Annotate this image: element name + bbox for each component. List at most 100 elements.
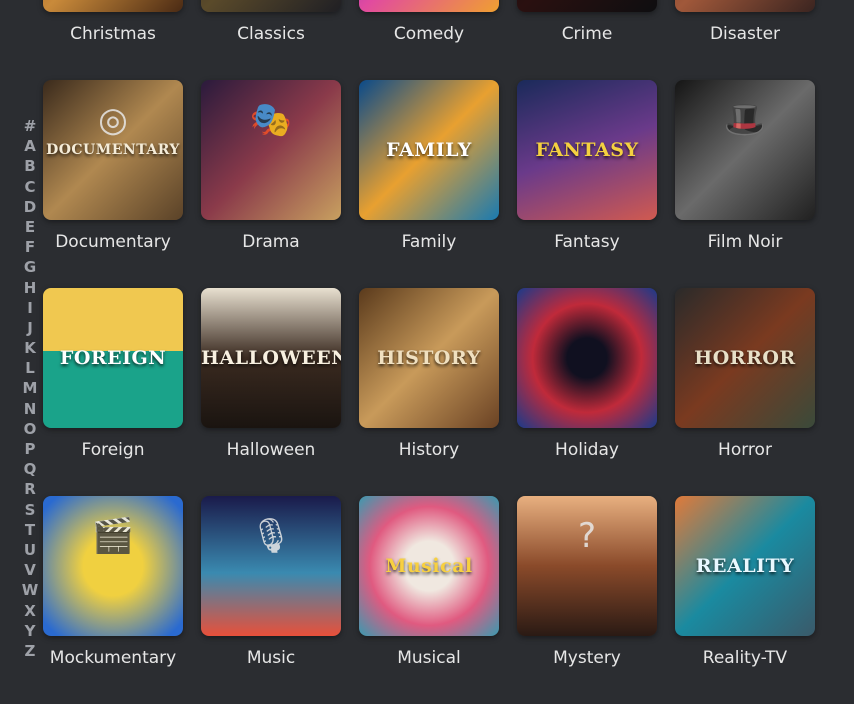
genre-tile-music[interactable]: 🎙 Music <box>201 496 341 704</box>
alphabet-letter-b[interactable]: B <box>24 156 35 176</box>
genre-thumbnail[interactable] <box>517 0 657 12</box>
genre-thumbnail[interactable]: ◎ DOCUMENTARY <box>43 80 183 220</box>
genre-thumbnail[interactable]: 🎙 <box>201 496 341 636</box>
genre-tile-horror[interactable]: HORROR Horror <box>675 288 815 496</box>
alphabet-letter-k[interactable]: K <box>24 338 36 358</box>
genre-label[interactable]: Family <box>359 230 499 254</box>
genre-thumbnail[interactable]: 🎩 <box>675 80 815 220</box>
genre-tile-film-noir[interactable]: 🎩 Film Noir <box>675 80 815 288</box>
alphabet-letter-v[interactable]: V <box>24 560 36 580</box>
genre-thumbnail[interactable]: 🎭 <box>201 80 341 220</box>
alphabet-letter-e[interactable]: E <box>25 217 35 237</box>
genre-tile-fantasy[interactable]: FANTASY Fantasy <box>517 80 657 288</box>
mockumentary-artwork-icon: 🎬 <box>91 516 135 556</box>
genre-tile-halloween[interactable]: HALLOWEEN Halloween <box>201 288 341 496</box>
alphabet-letter-y[interactable]: Y <box>25 621 36 641</box>
genre-thumbnail[interactable]: FAMILY <box>359 80 499 220</box>
alphabet-letter-c[interactable]: C <box>24 177 35 197</box>
genre-thumbnail[interactable] <box>43 0 183 12</box>
alphabet-letter-hash[interactable]: # <box>24 116 37 136</box>
genre-tile-history[interactable]: HISTORY History <box>359 288 499 496</box>
genre-thumbnail[interactable]: HISTORY <box>359 288 499 428</box>
genre-artwork-title: Musical <box>385 555 473 577</box>
alphabet-letter-d[interactable]: D <box>24 197 36 217</box>
alphabet-letter-i[interactable]: I <box>27 298 33 318</box>
genre-thumbnail[interactable]: REALITY <box>675 496 815 636</box>
genre-thumbnail[interactable]: HALLOWEEN <box>201 288 341 428</box>
alphabet-letter-a[interactable]: A <box>24 136 36 156</box>
genre-label[interactable]: Horror <box>675 438 815 462</box>
genre-thumbnail[interactable]: ? <box>517 496 657 636</box>
genre-label[interactable]: Disaster <box>675 22 815 46</box>
alphabet-letter-j[interactable]: J <box>27 318 33 338</box>
genre-tile-crime[interactable]: Crime <box>517 0 657 80</box>
genre-artwork-title: HALLOWEEN <box>201 347 341 369</box>
genre-grid: Christmas Classics Comedy Crime Disaster ◎ DOC… <box>43 0 815 704</box>
genre-tile-mockumentary[interactable]: 🎬 Mockumentary <box>43 496 183 704</box>
genre-label[interactable]: Music <box>201 646 341 670</box>
genre-tile-mystery[interactable]: ? Mystery <box>517 496 657 704</box>
genre-label[interactable]: Halloween <box>201 438 341 462</box>
genre-tile-documentary[interactable]: ◎ DOCUMENTARY Documentary <box>43 80 183 288</box>
genre-tile-classics[interactable]: Classics <box>201 0 341 80</box>
genre-tile-foreign[interactable]: FOREIGN Foreign <box>43 288 183 496</box>
genre-label[interactable]: Musical <box>359 646 499 670</box>
genre-label[interactable]: Mystery <box>517 646 657 670</box>
alphabet-letter-x[interactable]: X <box>24 601 36 621</box>
alphabet-letter-m[interactable]: M <box>23 378 38 398</box>
genre-label[interactable]: History <box>359 438 499 462</box>
alphabet-letter-u[interactable]: U <box>24 540 36 560</box>
genre-thumbnail[interactable] <box>675 0 815 12</box>
genre-thumbnail[interactable] <box>517 288 657 428</box>
alphabet-letter-t[interactable]: T <box>25 520 35 540</box>
genre-label[interactable]: Crime <box>517 22 657 46</box>
alphabet-letter-g[interactable]: G <box>24 257 36 277</box>
genre-tile-disaster[interactable]: Disaster <box>675 0 815 80</box>
alphabet-letter-s[interactable]: S <box>25 500 36 520</box>
alphabet-letter-o[interactable]: O <box>24 419 37 439</box>
documentary-artwork-icon: ◎ <box>98 100 128 140</box>
alphabet-letter-n[interactable]: N <box>24 399 37 419</box>
genre-thumbnail[interactable] <box>359 0 499 12</box>
genre-label[interactable]: Documentary <box>43 230 183 254</box>
genre-artwork-title: DOCUMENTARY <box>46 142 180 158</box>
alphabet-letter-p[interactable]: P <box>25 439 36 459</box>
alphabet-letter-f[interactable]: F <box>25 237 35 257</box>
genre-tile-drama[interactable]: 🎭 Drama <box>201 80 341 288</box>
alphabet-letter-r[interactable]: R <box>24 479 36 499</box>
alphabet-letter-l[interactable]: L <box>25 358 35 378</box>
genre-thumbnail[interactable] <box>201 0 341 12</box>
genre-thumbnail[interactable]: FANTASY <box>517 80 657 220</box>
genre-artwork-title: REALITY <box>695 555 795 577</box>
genre-tile-reality-tv[interactable]: REALITY Reality-TV <box>675 496 815 704</box>
film-noir-artwork-icon: 🎩 <box>723 100 767 140</box>
genre-tile-holiday[interactable]: Holiday <box>517 288 657 496</box>
alphabet-letter-w[interactable]: W <box>22 580 39 600</box>
genre-tile-christmas[interactable]: Christmas <box>43 0 183 80</box>
genre-label[interactable]: Comedy <box>359 22 499 46</box>
genre-label[interactable]: Fantasy <box>517 230 657 254</box>
genre-tile-comedy[interactable]: Comedy <box>359 0 499 80</box>
alphabet-letter-z[interactable]: Z <box>25 641 36 661</box>
genre-tile-musical[interactable]: Musical Musical <box>359 496 499 704</box>
genre-artwork-title: FANTASY <box>535 139 639 161</box>
alphabet-letter-h[interactable]: H <box>24 278 37 298</box>
music-artwork-icon: 🎙 <box>249 516 293 556</box>
genre-tile-family[interactable]: FAMILY Family <box>359 80 499 288</box>
genre-thumbnail[interactable]: FOREIGN <box>43 288 183 428</box>
genre-label[interactable]: Christmas <box>43 22 183 46</box>
genre-label[interactable]: Classics <box>201 22 341 46</box>
genre-label[interactable]: Foreign <box>43 438 183 462</box>
genre-thumbnail[interactable]: Musical <box>359 496 499 636</box>
alphabet-letter-q[interactable]: Q <box>24 459 37 479</box>
genre-artwork-title: FAMILY <box>386 139 472 161</box>
genre-thumbnail[interactable]: HORROR <box>675 288 815 428</box>
genre-artwork-title: FOREIGN <box>59 347 167 369</box>
genre-label[interactable]: Holiday <box>517 438 657 462</box>
drama-artwork-icon: 🎭 <box>249 100 293 140</box>
genre-label[interactable]: Film Noir <box>675 230 815 254</box>
genre-label[interactable]: Drama <box>201 230 341 254</box>
genre-thumbnail[interactable]: 🎬 <box>43 496 183 636</box>
genre-label[interactable]: Reality-TV <box>675 646 815 670</box>
genre-label[interactable]: Mockumentary <box>43 646 183 670</box>
